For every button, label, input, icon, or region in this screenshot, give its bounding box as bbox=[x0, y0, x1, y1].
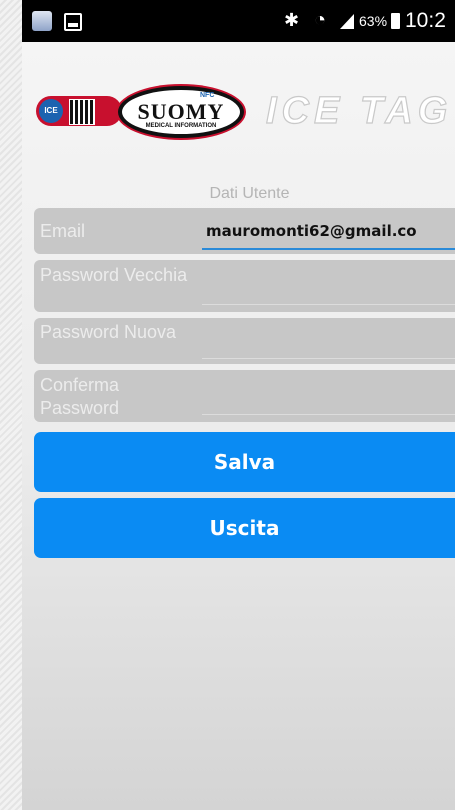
new-password-row: Password Nuova bbox=[34, 318, 455, 364]
nfc-badge: NFC bbox=[200, 92, 215, 99]
confirm-password-field[interactable] bbox=[202, 380, 455, 415]
ice-logo: ICE bbox=[36, 96, 122, 126]
old-password-row: Password Vecchia bbox=[34, 260, 455, 312]
confirm-password-label: Conferma Password bbox=[40, 375, 120, 418]
email-field[interactable] bbox=[202, 214, 455, 250]
brand-subtitle: MEDICAL INFORMATION bbox=[145, 123, 217, 129]
suomy-logo: NFC SUOMY MEDICAL INFORMATION bbox=[118, 86, 244, 138]
email-label: Email bbox=[40, 221, 86, 241]
app-screen: ✱ ◔ 63% 10:2 ICE NFC SUOMY MEDICAL INFOR… bbox=[22, 0, 455, 810]
app-notification-icon bbox=[32, 11, 52, 31]
save-button[interactable]: Salva bbox=[34, 432, 455, 492]
brand-name: SUOMY bbox=[137, 99, 225, 124]
clock: 10:2 bbox=[405, 9, 446, 32]
section-title: Dati Utente bbox=[209, 185, 290, 202]
product-title: ICE TAG bbox=[265, 89, 453, 132]
battery-percent: 63% bbox=[359, 13, 388, 29]
battery-icon bbox=[391, 13, 400, 29]
qr-code-icon bbox=[69, 99, 95, 125]
new-password-label: Password Nuova bbox=[40, 322, 177, 342]
new-password-field[interactable] bbox=[202, 324, 455, 359]
screenshot-icon bbox=[64, 13, 82, 31]
status-bar: ✱ ◔ 63% 10:2 bbox=[22, 0, 455, 42]
wifi-icon: ◔ bbox=[314, 9, 327, 31]
bluetooth-icon: ✱ bbox=[284, 10, 300, 30]
email-row: Email bbox=[34, 208, 455, 254]
old-password-label: Password Vecchia bbox=[40, 265, 188, 285]
confirm-password-row: Conferma Password bbox=[34, 370, 455, 422]
signal-icon bbox=[340, 14, 354, 29]
exit-button[interactable]: Uscita bbox=[34, 498, 455, 558]
ice-badge: ICE bbox=[39, 99, 63, 123]
old-password-field[interactable] bbox=[202, 270, 455, 305]
